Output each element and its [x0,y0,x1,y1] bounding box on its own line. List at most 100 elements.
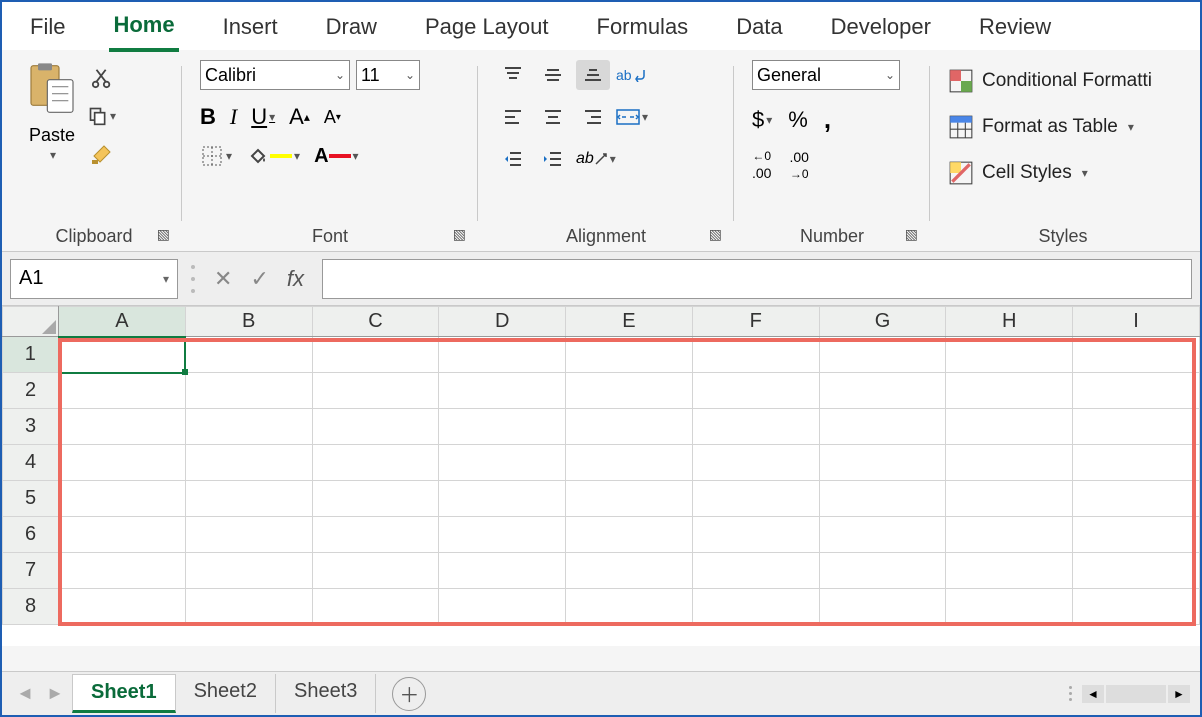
copy-button[interactable]: ▾ [88,102,116,130]
cell-B8[interactable] [185,589,312,625]
row-header-2[interactable]: 2 [3,373,59,409]
cell-B1[interactable] [185,337,312,373]
align-top-button[interactable] [496,60,530,90]
add-sheet-button[interactable]: ＋ [392,677,426,711]
tab-page-layout[interactable]: Page Layout [421,12,553,50]
scroll-right-button[interactable]: ► [1168,685,1190,703]
column-header-D[interactable]: D [439,307,566,337]
sheet-tab-sheet1[interactable]: Sheet1 [72,674,176,713]
accounting-format-button[interactable]: $▾ [752,107,772,133]
cell-F3[interactable] [692,409,819,445]
italic-button[interactable]: I [230,104,237,130]
cell-F1[interactable] [692,337,819,373]
cell-B3[interactable] [185,409,312,445]
cell-A5[interactable] [59,481,186,517]
column-header-F[interactable]: F [692,307,819,337]
cut-button[interactable] [88,64,116,92]
cell-F6[interactable] [692,517,819,553]
font-launcher-icon[interactable]: ▧ [453,226,466,243]
column-header-C[interactable]: C [312,307,439,337]
cell-C5[interactable] [312,481,439,517]
paste-split-button[interactable]: Paste ▾ [24,60,80,162]
row-header-4[interactable]: 4 [3,445,59,481]
cell-I5[interactable] [1073,481,1200,517]
font-color-button[interactable]: A▾ [314,145,358,168]
merge-center-button[interactable]: ▾ [616,102,648,132]
cell-F2[interactable] [692,373,819,409]
cell-A4[interactable] [59,445,186,481]
cell-B4[interactable] [185,445,312,481]
cell-C7[interactable] [312,553,439,589]
cell-D4[interactable] [439,445,566,481]
cell-G8[interactable] [819,589,946,625]
row-header-3[interactable]: 3 [3,409,59,445]
align-left-button[interactable] [496,102,530,132]
enter-formula-button[interactable]: ✓ [250,266,268,292]
tab-data[interactable]: Data [732,12,786,50]
cell-styles-button[interactable]: Cell Styles▾ [948,156,1088,190]
increase-indent-button[interactable] [536,144,570,174]
cell-G2[interactable] [819,373,946,409]
cell-I6[interactable] [1073,517,1200,553]
cell-H3[interactable] [946,409,1073,445]
cell-H8[interactable] [946,589,1073,625]
cell-D7[interactable] [439,553,566,589]
decrease-indent-button[interactable] [496,144,530,174]
font-size-select[interactable]: 11⌄ [356,60,420,90]
underline-button[interactable]: U▾ [251,104,275,130]
sheet-tab-sheet2[interactable]: Sheet2 [176,674,276,713]
column-header-B[interactable]: B [185,307,312,337]
row-header-1[interactable]: 1 [3,337,59,373]
column-header-G[interactable]: G [819,307,946,337]
conditional-formatting-button[interactable]: Conditional Formatti [948,64,1152,98]
format-as-table-button[interactable]: Format as Table▾ [948,110,1134,144]
cell-G7[interactable] [819,553,946,589]
comma-format-button[interactable]: , [824,104,831,135]
cell-B2[interactable] [185,373,312,409]
cell-A1[interactable] [59,337,186,373]
cell-F5[interactable] [692,481,819,517]
align-middle-button[interactable] [536,60,570,90]
row-header-6[interactable]: 6 [3,517,59,553]
cell-C1[interactable] [312,337,439,373]
borders-button[interactable]: ▾ [200,144,232,168]
tab-formulas[interactable]: Formulas [593,12,693,50]
alignment-launcher-icon[interactable]: ▧ [709,226,722,243]
tab-draw[interactable]: Draw [322,12,381,50]
scroll-left-button[interactable]: ◄ [1082,685,1104,703]
row-header-8[interactable]: 8 [3,589,59,625]
sheet-nav-next[interactable]: ► [42,681,68,707]
cell-H2[interactable] [946,373,1073,409]
column-header-I[interactable]: I [1073,307,1200,337]
cell-G6[interactable] [819,517,946,553]
select-all-corner[interactable] [3,307,59,337]
cell-B7[interactable] [185,553,312,589]
align-right-button[interactable] [576,102,610,132]
number-format-select[interactable]: General⌄ [752,60,900,90]
increase-decimal-button[interactable]: ←0.00 [752,149,771,181]
cell-H1[interactable] [946,337,1073,373]
cell-A7[interactable] [59,553,186,589]
cell-C6[interactable] [312,517,439,553]
cell-E4[interactable] [566,445,693,481]
cell-G4[interactable] [819,445,946,481]
shrink-font-button[interactable]: A▾ [324,107,341,128]
cell-E7[interactable] [566,553,693,589]
cell-B5[interactable] [185,481,312,517]
tab-developer[interactable]: Developer [827,12,935,50]
wrap-text-button[interactable]: ab [616,60,648,90]
cell-A6[interactable] [59,517,186,553]
decrease-decimal-button[interactable]: .00→0 [789,149,808,181]
cell-D6[interactable] [439,517,566,553]
row-header-5[interactable]: 5 [3,481,59,517]
cell-D5[interactable] [439,481,566,517]
cancel-formula-button[interactable]: ✕ [214,266,232,292]
formula-input[interactable] [322,259,1192,299]
align-bottom-button[interactable] [576,60,610,90]
cell-I2[interactable] [1073,373,1200,409]
cell-C3[interactable] [312,409,439,445]
cell-C8[interactable] [312,589,439,625]
tab-insert[interactable]: Insert [219,12,282,50]
cell-I7[interactable] [1073,553,1200,589]
tab-home[interactable]: Home [109,10,178,52]
